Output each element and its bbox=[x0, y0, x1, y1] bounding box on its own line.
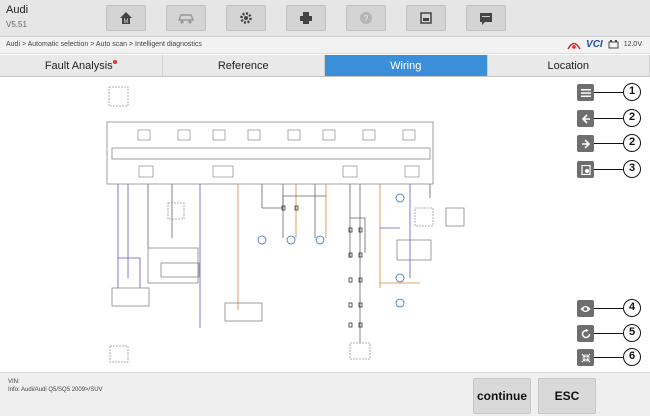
home-icon: M bbox=[120, 12, 132, 25]
callout-leader bbox=[594, 92, 624, 93]
callout-leader bbox=[594, 308, 624, 309]
callout-2: 2 bbox=[623, 109, 641, 127]
svg-text:?: ? bbox=[364, 14, 369, 23]
previous-button[interactable] bbox=[577, 110, 594, 127]
arrow-left-icon bbox=[581, 113, 590, 124]
callout-3: 3 bbox=[623, 160, 641, 178]
print-button[interactable] bbox=[286, 5, 326, 31]
tab-bar: Fault Analysis Reference Wiring Location bbox=[0, 55, 650, 77]
wiring-diagram-svg bbox=[106, 86, 465, 363]
arrow-right-icon bbox=[581, 138, 590, 149]
callout-leader bbox=[594, 333, 624, 334]
tab-reference[interactable]: Reference bbox=[163, 55, 325, 76]
report-icon bbox=[580, 164, 591, 175]
message-button[interactable] bbox=[466, 5, 506, 31]
vehicle-button[interactable] bbox=[166, 5, 206, 31]
collapse-button[interactable] bbox=[577, 349, 594, 366]
callout-1: 1 bbox=[623, 83, 641, 101]
settings-button[interactable] bbox=[226, 5, 266, 31]
battery-icon bbox=[608, 40, 619, 49]
callout-leader bbox=[594, 169, 624, 170]
tab-location[interactable]: Location bbox=[488, 55, 650, 76]
tab-label: Location bbox=[547, 60, 590, 72]
voltage-readout: 12.0V bbox=[623, 41, 642, 48]
save-button[interactable] bbox=[406, 5, 446, 31]
bottom-bar: VIN: Info: Audi/Audi Q5/SQ5 2009>/SUV co… bbox=[0, 372, 650, 416]
home-button[interactable]: M bbox=[106, 5, 146, 31]
callout-leader bbox=[594, 357, 624, 358]
refresh-icon bbox=[581, 328, 590, 338]
tab-label: Reference bbox=[217, 60, 269, 72]
vin-label: VIN: bbox=[8, 379, 20, 385]
callout-leader bbox=[594, 118, 624, 119]
app-title: Audi bbox=[6, 4, 29, 16]
top-toolbar: Audi V5.51 M ? bbox=[0, 0, 650, 37]
settings-icon bbox=[240, 12, 252, 24]
tab-fault-analysis[interactable]: Fault Analysis bbox=[0, 55, 163, 76]
collapse-icon bbox=[581, 353, 590, 362]
tab-wiring[interactable]: Wiring bbox=[325, 55, 488, 76]
help-button[interactable]: ? bbox=[346, 5, 386, 31]
save-icon bbox=[420, 12, 432, 24]
vci-label: VCI bbox=[586, 39, 603, 50]
svg-text:M: M bbox=[124, 19, 129, 25]
callout-6: 6 bbox=[623, 348, 641, 366]
help-icon: ? bbox=[360, 12, 372, 24]
print-icon bbox=[300, 12, 312, 24]
view-button[interactable] bbox=[577, 300, 594, 317]
continue-button[interactable]: continue bbox=[473, 378, 531, 414]
connection-icon bbox=[567, 42, 581, 49]
tab-label: Fault Analysis bbox=[44, 60, 113, 72]
refresh-button[interactable] bbox=[577, 325, 594, 342]
callout-5: 5 bbox=[623, 324, 641, 342]
tab-label: Wiring bbox=[390, 60, 422, 72]
list-icon bbox=[580, 88, 591, 97]
alert-dot bbox=[112, 60, 117, 64]
callout-leader bbox=[594, 143, 624, 144]
wiring-diagram[interactable] bbox=[0, 78, 572, 372]
next-button[interactable] bbox=[577, 135, 594, 152]
report-button[interactable] bbox=[577, 161, 594, 178]
eye-icon bbox=[580, 305, 591, 312]
vehicle-info: Info: Audi/Audi Q5/SQ5 2009>/SUV bbox=[8, 387, 103, 393]
app-version: V5.51 bbox=[6, 20, 27, 29]
message-icon bbox=[480, 13, 492, 25]
list-button[interactable] bbox=[577, 84, 594, 101]
esc-button[interactable]: ESC bbox=[538, 378, 596, 414]
breadcrumb: Audi > Automatic selection > Auto scan >… bbox=[6, 41, 202, 48]
vehicle-icon bbox=[177, 14, 195, 24]
callout-4: 4 bbox=[623, 299, 641, 317]
callout-2: 2 bbox=[623, 134, 641, 152]
vci-status: VCI 12.0V bbox=[567, 39, 642, 50]
breadcrumb-bar: Audi > Automatic selection > Auto scan >… bbox=[0, 37, 650, 54]
